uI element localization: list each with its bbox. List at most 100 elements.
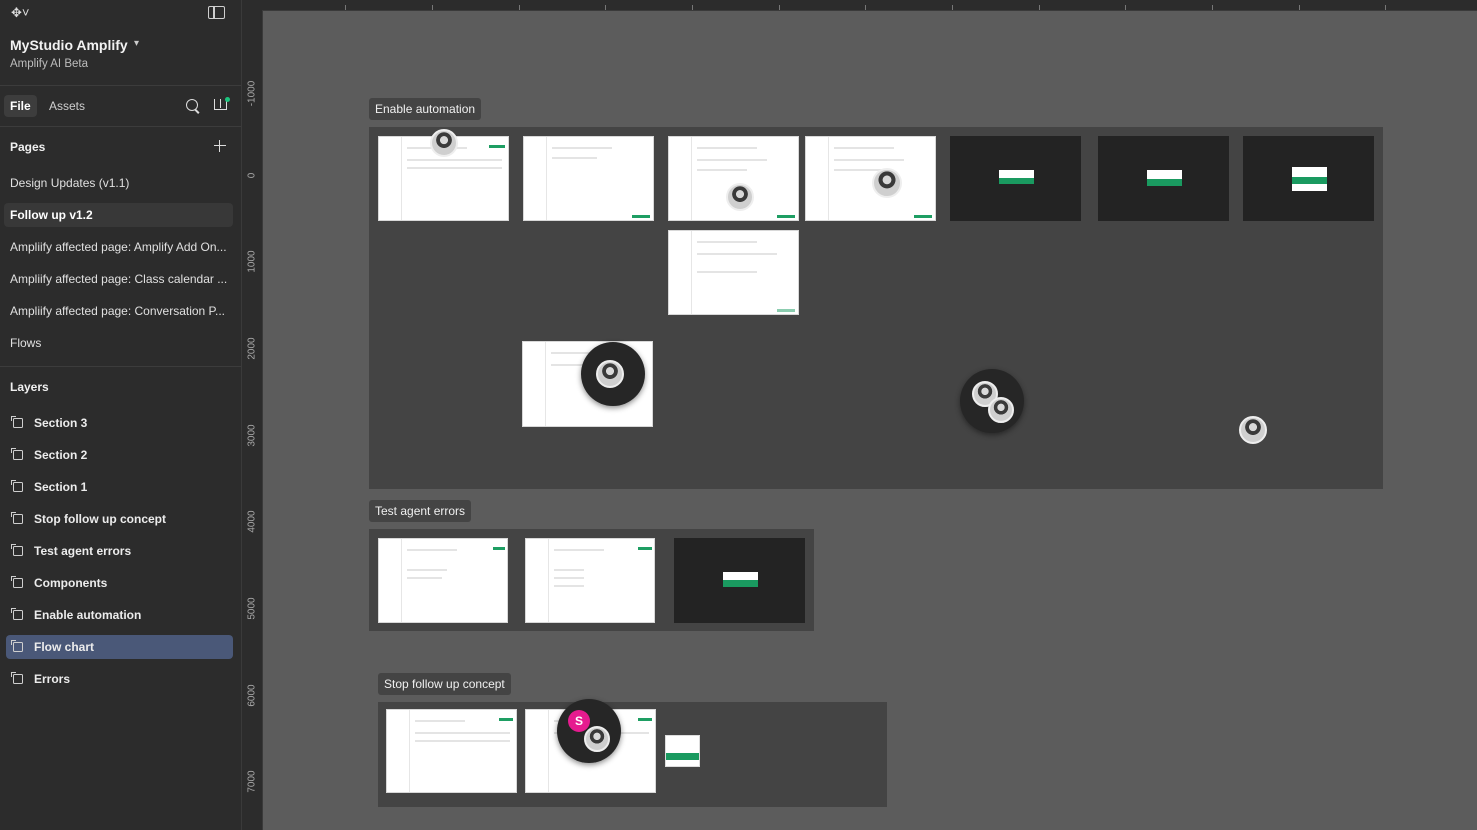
ruler-tick (952, 5, 953, 10)
modal-dialog (1292, 167, 1327, 191)
section-icon (11, 480, 23, 492)
frame-sidebar (387, 710, 410, 792)
left-sidebar: ✥˅ MyStudio Amplify ▾ Amplify AI Beta Fi… (0, 0, 242, 830)
sidebar-topbar: ✥˅ (0, 0, 241, 28)
user-avatar-icon[interactable] (596, 360, 624, 388)
page-item[interactable]: Design Updates (v1.1) (4, 171, 233, 195)
screen-frame[interactable] (386, 709, 517, 793)
ruler-horizontal (242, 0, 1477, 11)
user-avatar-icon[interactable] (1239, 416, 1267, 444)
page-item-active[interactable]: Follow up v1.2 (4, 203, 233, 227)
project-name[interactable]: MyStudio Amplify (10, 37, 128, 53)
layer-item[interactable]: Section 2 (6, 443, 233, 467)
frame-line (407, 159, 502, 161)
frame-button (493, 547, 505, 550)
pages-heading: Pages (10, 140, 46, 154)
section-label-stop-follow-up-concept[interactable]: Stop follow up concept (378, 673, 511, 695)
frame-line (407, 577, 442, 579)
screen-frame[interactable] (668, 230, 799, 315)
ruler-tick (1299, 5, 1300, 10)
modal-dialog (999, 170, 1034, 184)
section-icon (11, 416, 23, 428)
frame-sidebar (526, 539, 549, 622)
cursor-avatar-group[interactable]: S (557, 699, 621, 763)
screen-frame[interactable] (523, 136, 654, 221)
page-item[interactable]: Ampliify affected page: Conversation P..… (4, 299, 233, 323)
chevron-down-icon[interactable]: ▾ (134, 38, 139, 49)
ruler-tick (605, 5, 606, 10)
modal-button (1292, 176, 1327, 184)
page-item[interactable]: Ampliify affected page: Amplify Add On..… (4, 235, 233, 259)
user-avatar-icon[interactable] (726, 183, 754, 211)
page-item[interactable]: Flows (4, 331, 233, 355)
frame-line (834, 159, 904, 161)
frame-line (554, 569, 584, 571)
add-page-icon[interactable] (214, 140, 226, 152)
user-avatar-icon[interactable] (872, 168, 902, 198)
user-initial-badge[interactable]: S (568, 710, 590, 732)
user-avatar-icon[interactable] (988, 397, 1014, 423)
frame-line (697, 159, 767, 161)
ruler-tick (865, 5, 866, 10)
tab-file[interactable]: File (4, 95, 37, 117)
modal-frame[interactable] (950, 136, 1081, 221)
section-label-test-agent-errors[interactable]: Test agent errors (369, 500, 472, 522)
layer-label: Section 2 (34, 448, 88, 462)
ruler-tick (1385, 5, 1386, 10)
cursor-avatar-group[interactable] (581, 342, 645, 406)
section-icon (11, 448, 23, 460)
frame-button (638, 547, 652, 550)
frame-line (415, 740, 510, 742)
page-item[interactable]: Ampliify affected page: Class calendar .… (4, 267, 233, 291)
figma-menu-icon[interactable]: ✥˅ (11, 5, 35, 21)
modal-frame[interactable] (674, 538, 805, 623)
frame-line (554, 577, 584, 579)
section-stop-follow-up-concept[interactable] (378, 702, 887, 807)
modal-frame[interactable] (1098, 136, 1229, 221)
frame-line (552, 157, 597, 159)
frame-sidebar (669, 137, 692, 220)
layer-item[interactable]: Enable automation (6, 603, 233, 627)
layer-item[interactable]: Components (6, 571, 233, 595)
frame-line (552, 147, 612, 149)
frame-line (697, 253, 777, 255)
frame-line (697, 271, 757, 273)
frame-line (554, 585, 584, 587)
frame-line (407, 167, 502, 169)
modal-frame[interactable] (1243, 136, 1374, 221)
frame-line (554, 549, 604, 551)
user-avatar-icon[interactable] (584, 726, 610, 752)
frame-sidebar (379, 539, 402, 622)
frame-line (415, 720, 465, 722)
layer-item[interactable]: Stop follow up concept (6, 507, 233, 531)
ruler-label: 2000 (246, 337, 258, 360)
section-icon (11, 672, 23, 684)
divider (0, 126, 241, 127)
search-icon[interactable] (186, 99, 198, 111)
modal-button (999, 177, 1034, 184)
screen-frame[interactable] (525, 538, 655, 623)
frame-line (697, 147, 757, 149)
layer-label: Section 3 (34, 416, 88, 430)
panel-toggle-icon[interactable] (208, 6, 225, 19)
ruler-vertical: -1000 0 1000 2000 3000 4000 5000 6000 70… (242, 10, 263, 830)
layer-item-selected[interactable]: Flow chart (6, 635, 233, 659)
cursor-avatar-group[interactable] (960, 369, 1024, 433)
layer-item[interactable]: Errors (6, 667, 233, 691)
layer-item[interactable]: Section 1 (6, 475, 233, 499)
ruler-tick (1125, 5, 1126, 10)
section-test-agent-errors[interactable] (369, 529, 814, 631)
tab-assets[interactable]: Assets (49, 95, 85, 117)
ruler-label: 4000 (246, 510, 258, 533)
frame-sidebar (524, 137, 547, 220)
screen-frame[interactable] (805, 136, 936, 221)
screen-frame[interactable] (378, 538, 508, 623)
user-avatar-icon[interactable] (430, 129, 458, 157)
layer-item[interactable]: Test agent errors (6, 539, 233, 563)
modal-dialog[interactable] (665, 735, 700, 767)
layer-label: Enable automation (34, 608, 142, 622)
ruler-tick (345, 5, 346, 10)
layers-heading: Layers (10, 380, 49, 394)
layer-item[interactable]: Section 3 (6, 411, 233, 435)
section-label-enable-automation[interactable]: Enable automation (369, 98, 482, 120)
